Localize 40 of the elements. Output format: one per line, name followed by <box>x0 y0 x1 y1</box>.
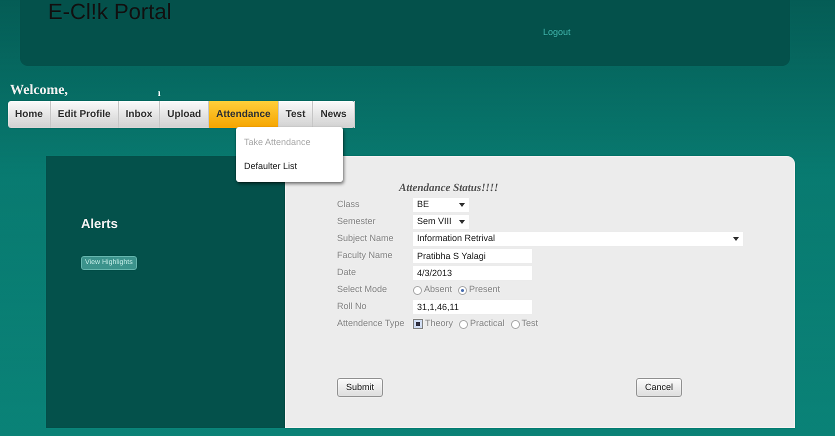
caret-icon <box>459 220 465 224</box>
input-field[interactable]: 31,1,46,11 <box>413 300 532 314</box>
input-field[interactable]: 4/3/2013 <box>413 266 532 280</box>
caret-icon <box>733 237 739 241</box>
radio-button[interactable] <box>413 286 422 294</box>
field-label: Class <box>337 198 361 212</box>
option-label: Theory <box>425 317 454 330</box>
field-label: Subject Name <box>337 232 395 246</box>
field-label: Date <box>337 266 358 280</box>
field-label: Roll No <box>337 300 368 314</box>
portal-title: E-Cl!k Portal <box>48 0 172 24</box>
option-label: Practical <box>470 317 505 330</box>
input-field[interactable]: Pratibha S Yalagi <box>413 249 532 263</box>
field-label: Semester <box>337 215 377 228</box>
dropdown-item[interactable]: Defaulter List <box>236 154 343 178</box>
option-label: Test <box>522 317 538 330</box>
welcome-mark: ı <box>158 87 161 101</box>
dropdown-field[interactable]: Information Retrival <box>413 232 743 246</box>
field-label: Select Mode <box>337 283 388 296</box>
submit-button[interactable]: Submit <box>337 378 384 397</box>
menu-tab[interactable]: Home <box>8 101 51 128</box>
menu-tab[interactable]: Inbox <box>118 101 160 128</box>
option-label: Absent <box>424 283 452 296</box>
form-heading: Attendance Status!!!! <box>399 181 500 196</box>
menu-tab[interactable]: Attendance <box>209 101 279 128</box>
alerts-title: Alerts <box>81 215 119 233</box>
checkbox[interactable] <box>413 319 423 329</box>
welcome-text: Welcome, <box>10 82 68 100</box>
menu-tab[interactable]: Edit Profile <box>50 101 119 128</box>
field-label: Faculty Name <box>337 249 394 262</box>
option-label: Present <box>469 283 500 296</box>
dropdown-field[interactable]: Sem VIII <box>413 215 469 229</box>
field-label: Attendence Type <box>337 317 406 330</box>
logout-link[interactable]: Logout <box>543 26 571 40</box>
caret-icon <box>459 203 465 207</box>
dropdown-field[interactable]: BE <box>413 198 469 212</box>
radio-button[interactable] <box>458 286 468 294</box>
radio-button[interactable] <box>459 320 468 328</box>
cancel-button[interactable]: Cancel <box>636 378 682 397</box>
radio-button[interactable] <box>510 320 520 328</box>
